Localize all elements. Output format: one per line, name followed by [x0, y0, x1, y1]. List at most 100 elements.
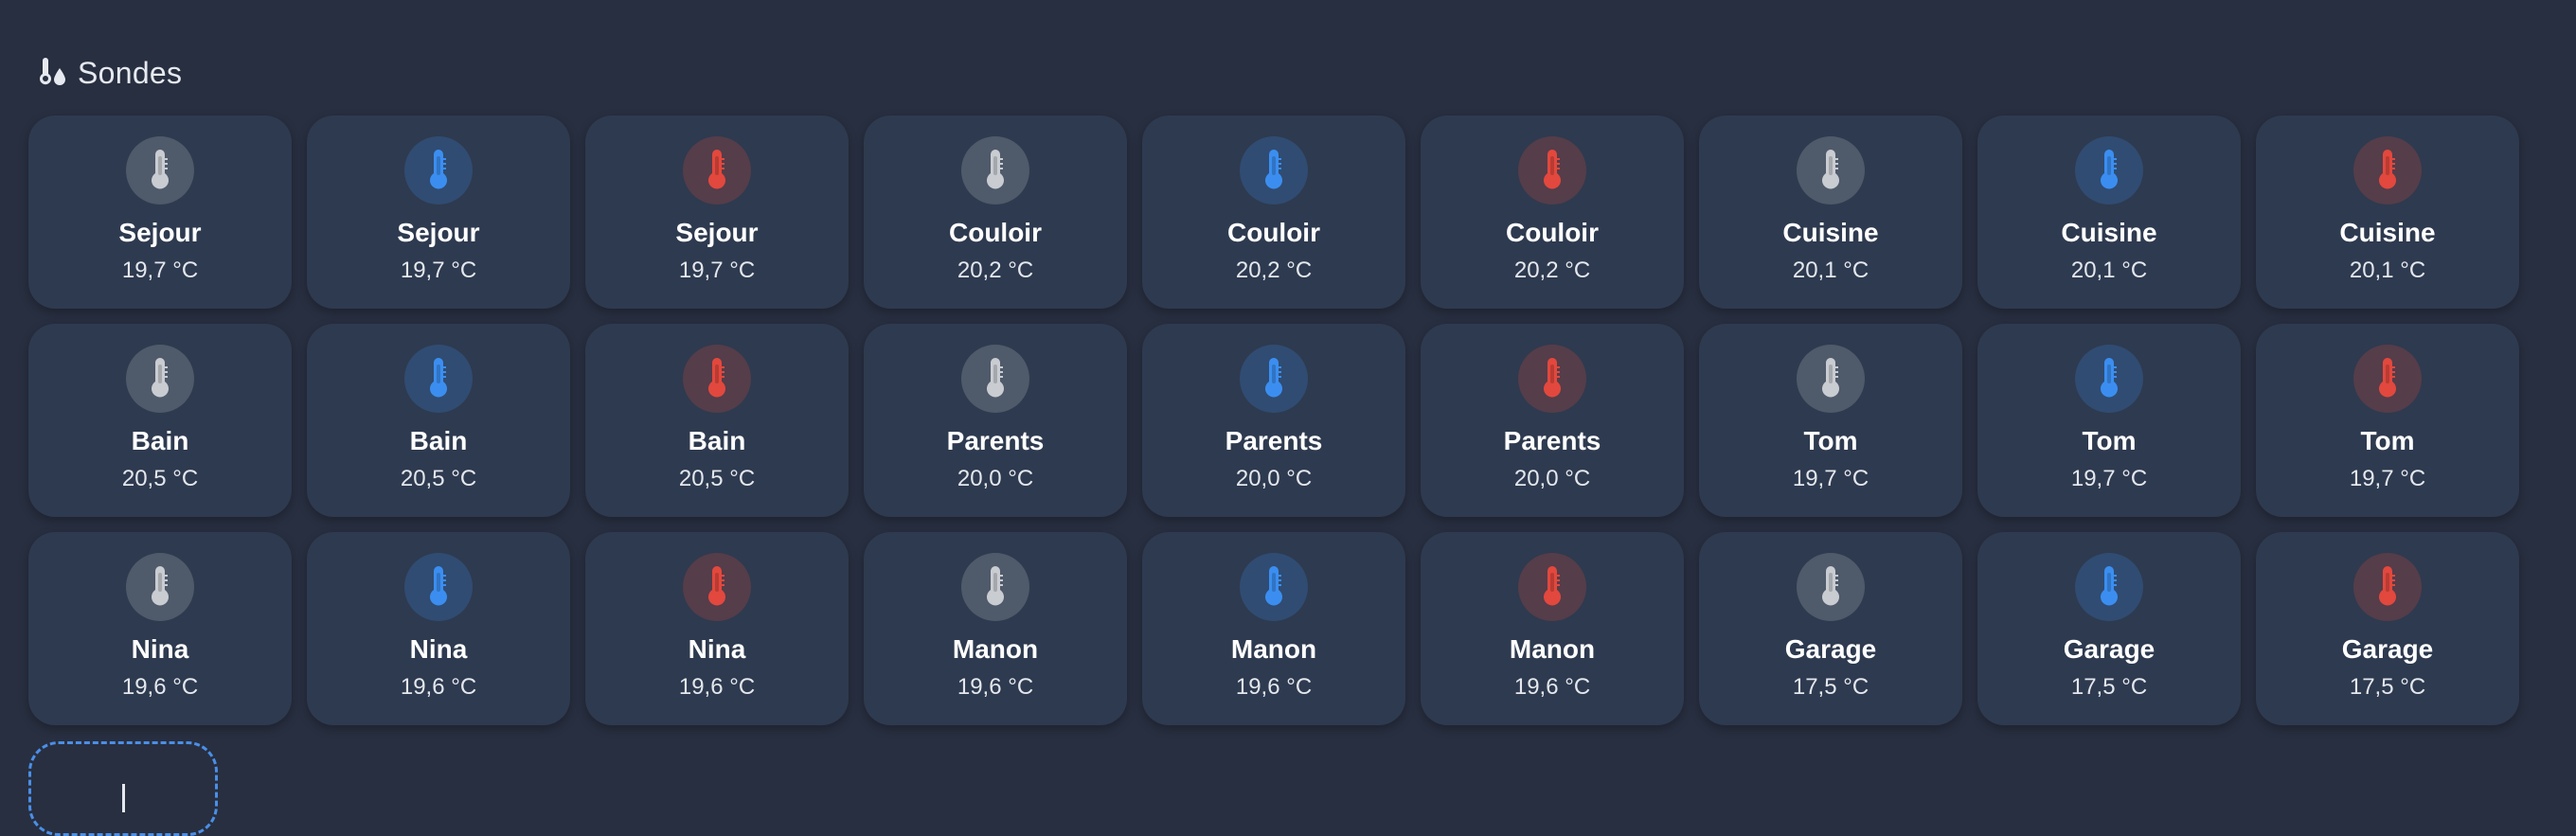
thermometer-icon [1797, 345, 1865, 413]
sensor-tile[interactable]: Bain 20,5 °C [28, 324, 292, 517]
sensor-temperature: 19,7 °C [400, 258, 477, 283]
thermometer-icon [126, 345, 194, 413]
sensor-tile[interactable]: Sejour 19,7 °C [307, 116, 570, 309]
sensor-temperature: 19,6 °C [678, 674, 756, 700]
sensor-name: Cuisine [1782, 218, 1879, 247]
thermometer-icon [1240, 136, 1308, 205]
thermometer-icon [961, 345, 1029, 413]
thermometer-icon [1240, 345, 1308, 413]
thermometer-icon [2075, 345, 2143, 413]
sensor-tile[interactable]: Couloir 20,2 °C [1421, 116, 1684, 309]
sensor-tile[interactable]: Couloir 20,2 °C [1142, 116, 1405, 309]
sensor-name: Tom [2082, 426, 2137, 455]
sensor-temperature: 20,2 °C [1513, 258, 1591, 283]
sensor-temperature: 20,0 °C [957, 466, 1034, 491]
plus-icon [121, 784, 125, 812]
thermometer-water-icon [36, 57, 68, 89]
sensor-temperature: 19,7 °C [2070, 466, 2148, 491]
sensor-tile[interactable]: Tom 19,7 °C [1977, 324, 2241, 517]
sensor-temperature: 20,1 °C [2070, 258, 2148, 283]
sensor-tile[interactable]: Parents 20,0 °C [1142, 324, 1405, 517]
sensor-tile[interactable]: Cuisine 20,1 °C [1977, 116, 2241, 309]
sensor-name: Garage [2063, 634, 2156, 664]
sensor-temperature: 20,1 °C [1792, 258, 1869, 283]
sensor-name: Couloir [1227, 218, 1320, 247]
thermometer-icon [2353, 136, 2422, 205]
sensor-name: Sejour [397, 218, 480, 247]
thermometer-icon [404, 136, 473, 205]
sensor-tile[interactable]: Parents 20,0 °C [1421, 324, 1684, 517]
sensor-temperature: 20,2 °C [1235, 258, 1313, 283]
sensor-name: Manon [1230, 634, 1317, 664]
section-header: Sondes [36, 53, 182, 93]
thermometer-icon [126, 136, 194, 205]
sensor-tile[interactable]: Garage 17,5 °C [1699, 532, 1962, 725]
thermometer-icon [2075, 553, 2143, 621]
thermometer-icon [2353, 553, 2422, 621]
sensor-temperature: 19,7 °C [678, 258, 756, 283]
thermometer-icon [1797, 553, 1865, 621]
add-card-button[interactable] [28, 741, 218, 836]
thermometer-icon [404, 553, 473, 621]
sensor-tile[interactable]: Sejour 19,7 °C [28, 116, 292, 309]
sensor-name: Parents [946, 426, 1045, 455]
sensor-tile[interactable]: Garage 17,5 °C [2256, 532, 2519, 725]
sensor-temperature: 19,6 °C [1513, 674, 1591, 700]
sensor-name: Sejour [675, 218, 759, 247]
thermometer-icon [1518, 553, 1586, 621]
sensor-tile[interactable]: Garage 17,5 °C [1977, 532, 2241, 725]
sensor-name: Nina [131, 634, 189, 664]
sensor-name: Parents [1503, 426, 1601, 455]
thermometer-icon [683, 136, 751, 205]
sensor-tile[interactable]: Tom 19,7 °C [2256, 324, 2519, 517]
sensor-tile[interactable]: Bain 20,5 °C [585, 324, 849, 517]
sensor-tile[interactable]: Couloir 20,2 °C [864, 116, 1127, 309]
sensor-tile[interactable]: Cuisine 20,1 °C [1699, 116, 1962, 309]
sensor-temperature: 20,1 °C [2349, 258, 2426, 283]
sensor-tile[interactable]: Manon 19,6 °C [1421, 532, 1684, 725]
sensor-name: Parents [1225, 426, 1323, 455]
thermometer-icon [683, 345, 751, 413]
sensor-grid: Sejour 19,7 °C Sejour 19,7 °C Sejour 19,7 °C C… [28, 116, 2519, 725]
sensor-tile[interactable]: Manon 19,6 °C [1142, 532, 1405, 725]
sensor-name: Garage [1784, 634, 1877, 664]
sensor-name: Tom [1803, 426, 1858, 455]
thermometer-icon [2353, 345, 2422, 413]
sensor-temperature: 19,6 °C [121, 674, 199, 700]
sensor-name: Cuisine [2339, 218, 2436, 247]
sensor-name: Garage [2341, 634, 2434, 664]
sensor-temperature: 19,6 °C [400, 674, 477, 700]
sensor-tile[interactable]: Cuisine 20,1 °C [2256, 116, 2519, 309]
sensor-tile[interactable]: Parents 20,0 °C [864, 324, 1127, 517]
sensor-tile[interactable]: Nina 19,6 °C [585, 532, 849, 725]
sensor-name: Tom [2360, 426, 2415, 455]
thermometer-icon [126, 553, 194, 621]
sensor-name: Nina [409, 634, 468, 664]
sensor-tile[interactable]: Sejour 19,7 °C [585, 116, 849, 309]
thermometer-icon [961, 136, 1029, 205]
thermometer-icon [404, 345, 473, 413]
sensor-name: Bain [409, 426, 468, 455]
thermometer-icon [961, 553, 1029, 621]
sensor-temperature: 17,5 °C [2070, 674, 2148, 700]
sensor-name: Bain [688, 426, 746, 455]
sensor-name: Sejour [118, 218, 202, 247]
sensor-tile[interactable]: Tom 19,7 °C [1699, 324, 1962, 517]
sensor-name: Couloir [949, 218, 1042, 247]
sensor-temperature: 17,5 °C [2349, 674, 2426, 700]
sensor-name: Bain [131, 426, 189, 455]
thermometer-icon [683, 553, 751, 621]
sensor-temperature: 17,5 °C [1792, 674, 1869, 700]
sensor-tile[interactable]: Manon 19,6 °C [864, 532, 1127, 725]
sensor-temperature: 20,5 °C [678, 466, 756, 491]
sensor-tile[interactable]: Nina 19,6 °C [28, 532, 292, 725]
sensor-name: Nina [688, 634, 746, 664]
sensor-tile[interactable]: Bain 20,5 °C [307, 324, 570, 517]
sensor-tile[interactable]: Nina 19,6 °C [307, 532, 570, 725]
sensor-temperature: 19,6 °C [957, 674, 1034, 700]
sensor-temperature: 19,7 °C [2349, 466, 2426, 491]
sensor-name: Manon [1509, 634, 1596, 664]
thermometer-icon [2075, 136, 2143, 205]
sensor-temperature: 19,6 °C [1235, 674, 1313, 700]
sensor-name: Manon [952, 634, 1039, 664]
